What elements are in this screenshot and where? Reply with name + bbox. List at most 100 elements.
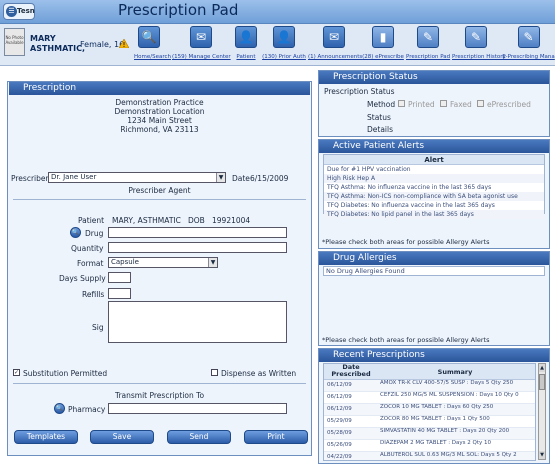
pharmacy-search-icon[interactable]: 🔍 <box>54 403 65 414</box>
app-header: ☰ Tesn Prescription Pad No Photo Availab… <box>0 0 555 66</box>
format-select[interactable]: Capsule ▼ <box>108 257 218 268</box>
divider <box>13 199 306 200</box>
save-button[interactable]: Save <box>90 430 154 444</box>
envelope-icon: ✉ <box>323 26 345 48</box>
recent-prescriptions-title: Recent Prescriptions <box>319 349 549 362</box>
alert-row[interactable]: Due for #1 HPV vaccination <box>324 165 544 174</box>
toolbar-label[interactable]: E-Prescribing Mana <box>502 54 555 60</box>
envelope-icon: ✉ <box>190 26 212 48</box>
alert-row[interactable]: TFQ Asthma: Non-ICS non-compliance with … <box>324 192 544 201</box>
patient-name[interactable]: MARY ASTHMATIC, <box>30 34 85 54</box>
prescriber-select[interactable]: Dr. Jane User ▼ <box>48 172 226 183</box>
prescription-row[interactable]: 06/12/09 ZOCOR 10 MG TABLET : Days 60 Qty… <box>324 404 535 416</box>
templates-button[interactable]: Templates <box>14 430 78 444</box>
rx-date: 05/29/09 <box>327 418 352 424</box>
person-icon: 👤 <box>235 26 257 48</box>
toolbar-label[interactable]: (28) ePrescribe <box>362 54 404 60</box>
status-heading: Prescription Status <box>324 87 395 96</box>
dispense-as-written-checkbox[interactable] <box>211 369 218 376</box>
toolbar-label[interactable]: (130) Prior Auth <box>262 54 306 60</box>
method-label: Method <box>367 100 396 109</box>
toolbar-announcements[interactable]: ✉ (1) Announcements <box>308 26 362 66</box>
toolbar-patient[interactable]: 👤 Patient <box>232 26 260 66</box>
toolbar-label[interactable]: Home/Search <box>134 54 171 60</box>
rx-summary: DIAZEPAM 2 MG TABLET : Days 2 Qty 10 <box>380 440 492 446</box>
warning-icon[interactable] <box>119 39 129 48</box>
quantity-input[interactable] <box>108 242 287 253</box>
sig-textarea[interactable] <box>108 301 287 343</box>
toolbar-label[interactable]: Patient <box>232 54 260 60</box>
alerts-rows: Due for #1 HPV vaccination High Risk Hep… <box>324 165 544 219</box>
drug-allergies-value: No Drug Allergies Found <box>323 266 545 276</box>
allergy-note: *Please check both areas for possible Al… <box>322 336 490 344</box>
dob-value: 19921004 <box>212 216 251 225</box>
toolbar-eprescribe[interactable]: ▮ (28) ePrescribe <box>362 26 404 66</box>
scroll-down-icon[interactable]: ▼ <box>539 451 545 459</box>
toolbar-prior-auth[interactable]: 👤 (130) Prior Auth <box>262 26 306 66</box>
scroll-up-icon[interactable]: ▲ <box>539 364 545 372</box>
recent-prescriptions-scrollbar[interactable]: ▲ ▼ <box>538 363 546 460</box>
format-label: Format <box>77 259 104 268</box>
rx-date: 06/12/09 <box>327 406 352 412</box>
patient-alerts-title: Active Patient Alerts <box>319 140 549 153</box>
notepad-icon: ✎ <box>465 26 487 48</box>
drug-allergies-panel: Drug Allergies No Drug Allergies Found *… <box>318 251 550 346</box>
refills-input[interactable] <box>108 288 131 299</box>
scrollbar-thumb[interactable] <box>539 374 545 390</box>
dispense-as-written-label: Dispense as Written <box>221 369 297 378</box>
prescription-row[interactable]: 06/12/09 AMOX TR-K CLV 400-57/5 SUSP : Da… <box>324 380 535 392</box>
prescription-panel: Prescription Demonstration Practice Demo… <box>7 81 312 456</box>
printed-checkbox <box>398 100 405 107</box>
dob-label: DOB <box>188 216 205 225</box>
date-label: Date <box>232 174 250 183</box>
alert-row[interactable]: High Risk Hep A <box>324 174 544 183</box>
send-button[interactable]: Send <box>167 430 231 444</box>
rx-date: 06/12/09 <box>327 394 352 400</box>
practice-address-line2: Richmond, VA 23113 <box>120 125 199 134</box>
toolbar-label[interactable]: Prescription History <box>452 54 506 60</box>
prescriber-selected-value: Dr. Jane User <box>51 173 97 181</box>
page-title: Prescription Pad <box>118 1 239 19</box>
logo-icon: ☰ <box>6 6 17 17</box>
toolbar-prescription-pad[interactable]: ✎ Prescription Pad <box>406 26 450 66</box>
prescription-status-title: Prescription Status <box>319 71 549 84</box>
rx-summary: ZOCOR 10 MG TABLET : Days 60 Qty 250 <box>380 404 494 410</box>
toolbar-eprescribing-management[interactable]: ✎ E-Prescribing Mana <box>502 26 555 66</box>
patient-last-name: ASTHMATIC, <box>30 44 85 53</box>
alert-row[interactable]: TFQ Diabetes: No influenza vaccine in th… <box>324 201 544 210</box>
patient-value: MARY, ASTHMATIC <box>112 216 181 225</box>
drug-input[interactable] <box>108 227 287 238</box>
prescription-row[interactable]: 05/28/09 SIMVASTATIN 40 MG TABLET : Days … <box>324 428 535 440</box>
patient-summary: No Photo Available MARY ASTHMATIC, Femal… <box>0 24 132 66</box>
toolbar-label[interactable]: (159) Manage Center <box>172 54 231 60</box>
column-date-prescribed: Date Prescribed <box>331 363 371 378</box>
prescription-row[interactable]: 05/26/09 DIAZEPAM 2 MG TABLET : Days 2 Qt… <box>324 440 535 452</box>
toolbar-label[interactable]: Prescription Pad <box>406 54 450 60</box>
substitution-checkbox[interactable]: ✓ <box>13 369 20 376</box>
pharmacy-label: Pharmacy <box>68 405 106 414</box>
app-logo[interactable]: ☰ Tesn <box>3 3 35 20</box>
chevron-down-icon[interactable]: ▼ <box>216 173 225 182</box>
notepad-icon: ✎ <box>517 26 540 48</box>
toolbar-manage-center[interactable]: ✉ (159) Manage Center <box>172 26 231 66</box>
alert-row[interactable]: TFQ Asthma: No influenza vaccine in the … <box>324 183 544 192</box>
chevron-down-icon[interactable]: ▼ <box>208 258 217 267</box>
toolbar-home-search[interactable]: 🔍 Home/Search <box>134 26 171 66</box>
prescription-panel-title: Prescription <box>9 82 310 95</box>
pharmacy-input[interactable] <box>108 403 287 414</box>
days-supply-input[interactable] <box>108 272 131 283</box>
rx-summary: ZOCOR 80 MG TABLET : Days 1 Qty 500 <box>380 416 490 422</box>
eprescribed-label: ePrescribed <box>487 100 531 109</box>
drug-search-icon[interactable]: 🔍 <box>70 227 81 238</box>
alert-row[interactable]: TFQ Diabetes: No lipid panel in the last… <box>324 210 544 219</box>
prescription-row[interactable]: 04/22/09 ALBUTEROL SUL 0.63 MG/3 ML SOL: … <box>324 452 535 460</box>
logo-text: Tesn <box>17 7 35 15</box>
substitution-label: Substitution Permitted <box>23 369 108 378</box>
patient-label: Patient <box>78 216 105 225</box>
toolbar-label[interactable]: (1) Announcements <box>308 54 362 60</box>
patient-first-name: MARY <box>30 34 56 43</box>
prescription-row[interactable]: 05/29/09 ZOCOR 80 MG TABLET : Days 1 Qty … <box>324 416 535 428</box>
prescription-row[interactable]: 06/12/09 CEFZIL 250 MG/5 ML SUSPENSION : … <box>324 392 535 404</box>
print-button[interactable]: Print <box>244 430 308 444</box>
toolbar-prescription-history[interactable]: ✎ Prescription History <box>452 26 506 66</box>
